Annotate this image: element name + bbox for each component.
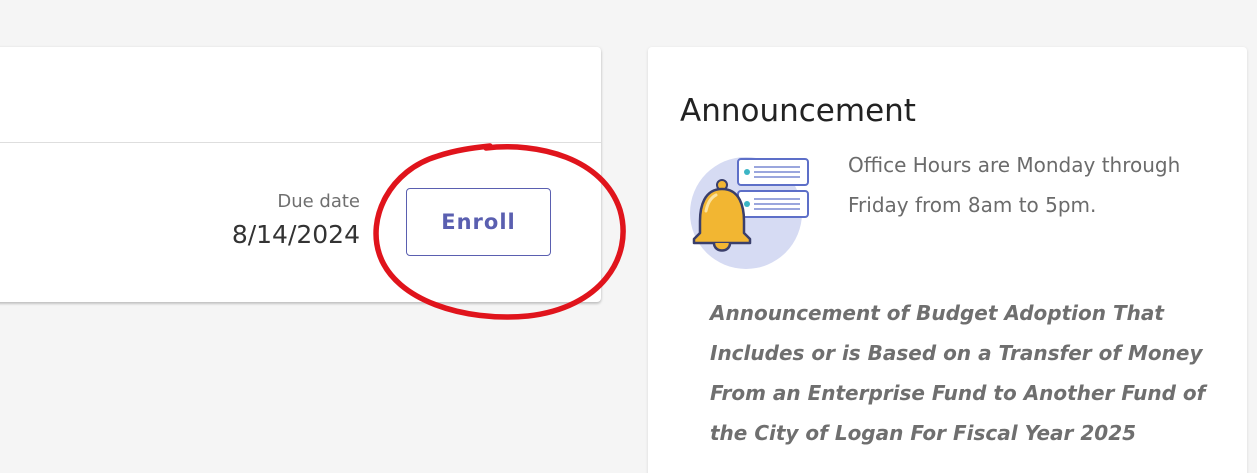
enroll-button[interactable]: Enroll	[406, 188, 551, 256]
course-card-header	[0, 47, 601, 143]
due-date-value: 8/14/2024	[231, 220, 360, 249]
bell-icon	[690, 157, 809, 269]
due-date-label: Due date	[277, 191, 360, 212]
budget-announcement-link[interactable]: Announcement of Budget Adoption That Inc…	[710, 293, 1220, 453]
announcement-title: Announcement	[680, 93, 916, 129]
announcement-card: Announcement Office Hours are Monday thr…	[648, 47, 1247, 473]
page: Due date 8/14/2024 Enroll Announcement O…	[0, 0, 1257, 473]
course-card-row: Due date 8/14/2024 Enroll	[0, 143, 601, 302]
course-card: Due date 8/14/2024 Enroll	[0, 47, 601, 302]
due-date-block: Due date 8/14/2024	[232, 190, 360, 252]
office-hours-text: Office Hours are Monday through Friday f…	[848, 153, 1181, 217]
